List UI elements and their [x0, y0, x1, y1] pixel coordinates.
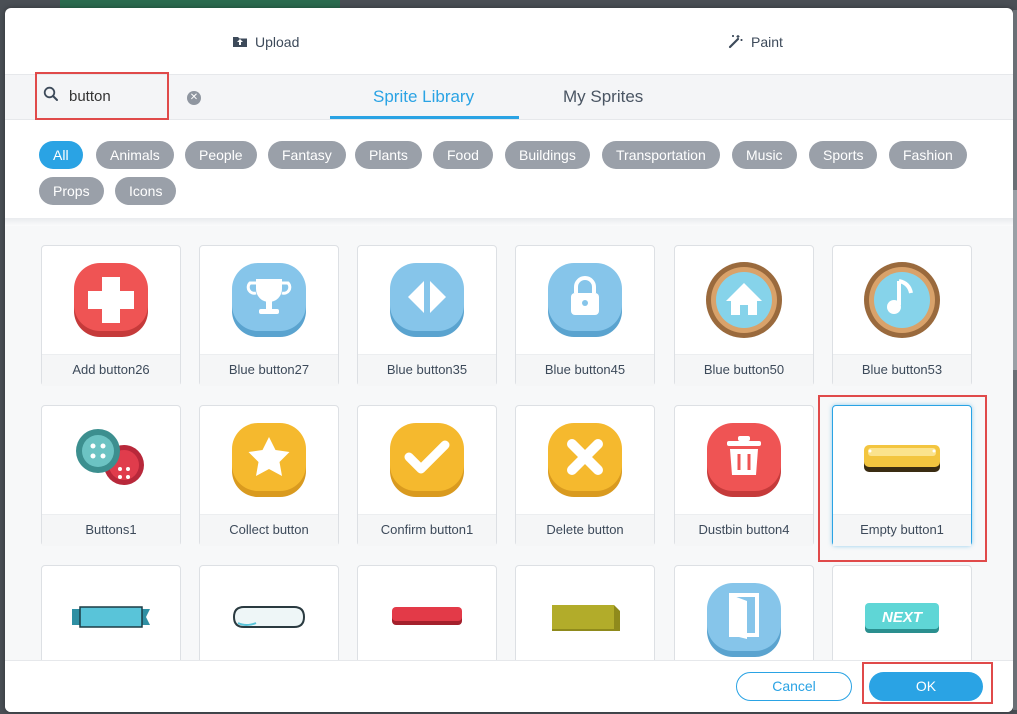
x-icon: [516, 406, 654, 514]
music-note-icon: [833, 246, 971, 354]
paint-label: Paint: [751, 34, 783, 50]
sprite-label: Empty button1: [833, 514, 971, 546]
upload-icon: [231, 32, 249, 53]
category-chip-buildings[interactable]: Buildings: [505, 141, 590, 169]
checkmark-icon: [358, 406, 496, 514]
sprite-card[interactable]: Delete button: [515, 405, 655, 546]
scrollbar-thumb[interactable]: [1013, 190, 1017, 370]
plus-icon: [42, 246, 180, 354]
search-icon: [43, 86, 59, 107]
upload-label: Upload: [255, 34, 300, 50]
sprite-card[interactable]: [357, 565, 497, 660]
tab-sprite-library[interactable]: Sprite Library: [373, 87, 474, 107]
category-chip-fantasy[interactable]: Fantasy: [268, 141, 346, 169]
sprite-label: Buttons1: [42, 514, 180, 546]
sprite-card[interactable]: Dustbin button4: [674, 405, 814, 546]
sprite-card-selected[interactable]: Empty button1: [832, 405, 972, 546]
sprite-card[interactable]: Confirm button1: [357, 405, 497, 546]
olive-bar-icon: [516, 566, 654, 660]
sprite-card[interactable]: [515, 565, 655, 660]
sprite-card[interactable]: [674, 565, 814, 660]
sprite-card[interactable]: Blue button45: [515, 245, 655, 386]
sprite-card[interactable]: Blue button27: [199, 245, 339, 386]
sprite-card[interactable]: Add button26: [41, 245, 181, 386]
clear-search-icon[interactable]: ✕: [187, 91, 201, 105]
sprite-label: Dustbin button4: [675, 514, 813, 546]
category-chip-plants[interactable]: Plants: [355, 141, 422, 169]
next-button-icon: NEXT: [833, 566, 971, 660]
top-actions: Upload Paint: [5, 8, 1013, 74]
category-chip-music[interactable]: Music: [732, 141, 797, 169]
red-bar-icon: [358, 566, 496, 660]
category-chip-food[interactable]: Food: [433, 141, 493, 169]
empty-button-icon: [833, 406, 971, 514]
sewing-buttons-icon: [42, 406, 180, 514]
search-input[interactable]: [69, 87, 159, 105]
sprite-label: Blue button50: [675, 354, 813, 386]
sprite-card[interactable]: NEXT: [832, 565, 972, 660]
sprite-card[interactable]: [41, 565, 181, 660]
sprite-label: Blue button27: [200, 354, 338, 386]
category-chip-props[interactable]: Props: [39, 177, 104, 205]
category-chip-fashion[interactable]: Fashion: [889, 141, 967, 169]
sprite-grid: Add button26 Blue button27 Blue button35…: [5, 226, 1013, 660]
sprite-label: Add button26: [42, 354, 180, 386]
home-icon: [675, 246, 813, 354]
sprite-label: Confirm button1: [358, 514, 496, 546]
play-pause-icon: [358, 246, 496, 354]
paint-button[interactable]: Paint: [727, 32, 783, 52]
sprite-card[interactable]: Blue button35: [357, 245, 497, 386]
category-chip-people[interactable]: People: [185, 141, 257, 169]
category-chip-animals[interactable]: Animals: [96, 141, 174, 169]
sprite-card[interactable]: Blue button53: [832, 245, 972, 386]
sprite-label: Blue button35: [358, 354, 496, 386]
trash-icon: [675, 406, 813, 514]
sprite-card[interactable]: Blue button50: [674, 245, 814, 386]
next-text: NEXT: [882, 609, 924, 626]
star-icon: [200, 406, 338, 514]
sprite-label: Collect button: [200, 514, 338, 546]
active-tab-underline: [330, 116, 519, 119]
sprite-label: Blue button53: [833, 354, 971, 386]
tab-my-sprites[interactable]: My Sprites: [563, 87, 643, 107]
trophy-icon: [200, 246, 338, 354]
ribbon-banner-icon: [42, 566, 180, 660]
search-box[interactable]: [35, 72, 169, 120]
sprite-label: Delete button: [516, 514, 654, 546]
sprite-library-dialog: Upload Paint ✕ Sprite Library My Sprites…: [5, 8, 1013, 712]
category-chip-icons[interactable]: Icons: [115, 177, 177, 205]
sprite-card[interactable]: Buttons1: [41, 405, 181, 546]
dialog-footer: Cancel OK: [5, 660, 1013, 712]
lock-icon: [516, 246, 654, 354]
sprite-card[interactable]: [199, 565, 339, 660]
door-icon: [675, 566, 813, 660]
category-chip-transportation[interactable]: Transportation: [602, 141, 720, 169]
cancel-button[interactable]: Cancel: [736, 672, 852, 701]
ok-button[interactable]: OK: [869, 672, 983, 701]
paint-wand-icon: [727, 32, 745, 53]
upload-button[interactable]: Upload: [231, 32, 299, 52]
sprite-label: Blue button45: [516, 354, 654, 386]
search-tab-row: ✕ Sprite Library My Sprites: [5, 72, 1013, 120]
sprite-card[interactable]: Collect button: [199, 405, 339, 546]
scroll-banner-icon: [200, 566, 338, 660]
category-chip-all[interactable]: All: [39, 141, 83, 169]
category-chip-sports[interactable]: Sports: [809, 141, 878, 169]
